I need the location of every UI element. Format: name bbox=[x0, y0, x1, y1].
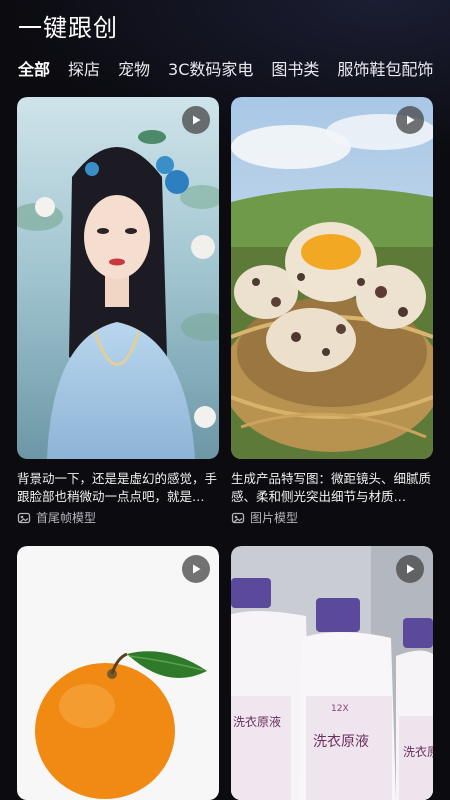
bottle-label-3: 洗衣原液 bbox=[403, 744, 433, 759]
play-icon bbox=[407, 115, 415, 125]
template-card-4[interactable]: 洗衣原液 12X 洗衣原液 洗衣原液 bbox=[231, 546, 433, 800]
video-frame-icon bbox=[17, 512, 31, 523]
template-card-1[interactable] bbox=[17, 97, 219, 459]
card-thumbnail bbox=[17, 97, 219, 459]
play-button[interactable] bbox=[396, 106, 424, 134]
page-title: 一键跟创 bbox=[18, 14, 118, 42]
tab-all[interactable]: 全部 bbox=[18, 56, 50, 80]
card-thumbnail bbox=[17, 546, 219, 800]
detergent-image: 洗衣原液 12X 洗衣原液 洗衣原液 bbox=[231, 546, 433, 800]
portrait-image bbox=[17, 97, 219, 459]
template-card-3[interactable] bbox=[17, 546, 219, 800]
template-card-2[interactable] bbox=[231, 97, 433, 459]
card-1-model-tag: 首尾帧模型 bbox=[17, 509, 96, 526]
tab-3c-digital[interactable]: 3C数码家电 bbox=[168, 56, 253, 80]
tab-store-visit[interactable]: 探店 bbox=[68, 56, 100, 80]
play-icon bbox=[193, 115, 201, 125]
category-tabs: 全部 探店 宠物 3C数码家电 图书类 服饰鞋包配饰 bbox=[18, 56, 450, 80]
card-thumbnail: 洗衣原液 12X 洗衣原液 洗衣原液 bbox=[231, 546, 433, 800]
orange-image bbox=[17, 546, 219, 800]
eggs-image bbox=[231, 97, 433, 459]
tab-pets[interactable]: 宠物 bbox=[118, 56, 150, 80]
bottle-size: 12X bbox=[331, 704, 349, 714]
play-button[interactable] bbox=[182, 555, 210, 583]
tab-apparel[interactable]: 服饰鞋包配饰 bbox=[337, 56, 433, 80]
bottle-label-2: 洗衣原液 bbox=[313, 734, 369, 750]
play-icon bbox=[407, 564, 415, 574]
bottle-label-1: 洗衣原液 bbox=[233, 714, 281, 729]
card-1-tag-label: 首尾帧模型 bbox=[36, 511, 97, 525]
card-2-caption: 生成产品特写图：微距镜头、细腻质感、柔和侧光突出细节与材质… bbox=[231, 471, 432, 504]
card-1-caption: 背景动一下，还是是虚幻的感觉，手跟脸部也稍微动一点点吧，就是… bbox=[17, 471, 218, 504]
card-thumbnail bbox=[231, 97, 433, 459]
play-icon bbox=[193, 564, 201, 574]
play-button[interactable] bbox=[182, 106, 210, 134]
card-2-tag-label: 图片模型 bbox=[250, 511, 299, 525]
image-icon bbox=[231, 512, 245, 523]
play-button[interactable] bbox=[396, 555, 424, 583]
tab-books[interactable]: 图书类 bbox=[271, 56, 319, 80]
card-2-model-tag: 图片模型 bbox=[231, 509, 298, 526]
